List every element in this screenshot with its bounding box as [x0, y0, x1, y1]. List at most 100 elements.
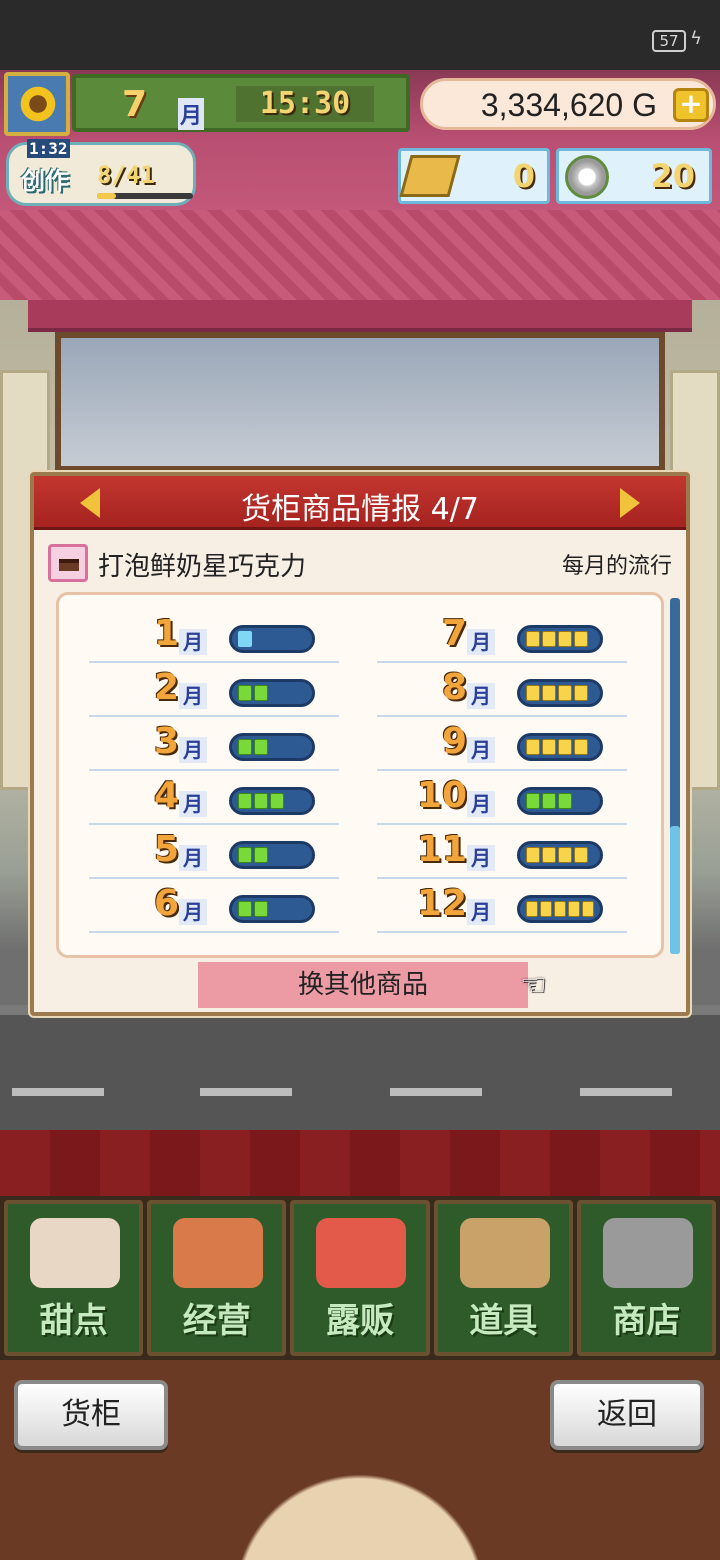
create-progress-bar: [97, 193, 193, 199]
month-row: 6月: [89, 879, 339, 933]
month-number: 8: [441, 667, 467, 708]
month-label: 月: [179, 683, 207, 709]
charging-icon: ϟ: [690, 28, 702, 49]
month-row: 2月: [89, 663, 339, 717]
popularity-gauge: [229, 625, 315, 653]
month-row: 4月: [89, 771, 339, 825]
month-row: 9月: [377, 717, 627, 771]
popularity-gauge: [517, 625, 603, 653]
month-label: 月: [179, 845, 207, 871]
nav-label: 露贩: [326, 1301, 394, 1341]
month-label: 月: [467, 899, 495, 925]
gauge-segment: [574, 739, 588, 755]
gold-ticket-icon: [399, 155, 461, 197]
medal-icon: [565, 155, 609, 199]
gauge-segment: [270, 793, 284, 809]
create-timer: 1:32: [27, 139, 70, 158]
gauge-segment: [254, 793, 268, 809]
nav-button-shop[interactable]: 经营: [147, 1200, 287, 1356]
road: [0, 1005, 720, 1135]
sunflower-icon: [18, 84, 58, 124]
gauge-segment: [238, 739, 252, 755]
gauge-segment: [238, 631, 252, 647]
gauge-segment: [526, 685, 540, 701]
month-number: 11: [416, 829, 467, 870]
chocolate-cake-icon: [48, 544, 88, 582]
gauge-segment: [526, 847, 540, 863]
month-label: 月: [467, 791, 495, 817]
back-button[interactable]: 返回: [550, 1380, 704, 1450]
month-label: 月: [179, 899, 207, 925]
change-item-button[interactable]: 换其他商品: [198, 962, 528, 1008]
create-progress-fill: [97, 193, 117, 199]
counter-button[interactable]: 货柜: [14, 1380, 168, 1450]
date-panel: 7 月 15:30: [72, 74, 410, 132]
scrollbar[interactable]: [670, 598, 680, 954]
create-panel[interactable]: 1:32 创作 8/41: [6, 139, 196, 206]
month-label: 月: [467, 683, 495, 709]
gauge-segment: [526, 793, 540, 809]
shop-roof: [0, 210, 720, 300]
season-badge[interactable]: [4, 72, 70, 136]
nav-label: 道具: [469, 1301, 538, 1341]
month-row: 1月: [89, 609, 339, 663]
gear-bag-icon: [459, 1218, 550, 1288]
trend-label: 每月的流行: [561, 554, 672, 579]
month-number: 9: [441, 721, 467, 762]
month-label: 月: [467, 845, 495, 871]
cart-icon: [602, 1218, 693, 1288]
popularity-gauge: [229, 895, 315, 923]
nav-button-truck[interactable]: 露贩: [290, 1200, 430, 1356]
month-number: 3: [153, 721, 179, 762]
lane-mark: [12, 1088, 104, 1096]
cake-icon: [30, 1218, 120, 1288]
gauge-segment: [574, 631, 588, 647]
popularity-gauge: [229, 679, 315, 707]
bottom-nav: 甜点 经营 露贩 道具 商店: [0, 1196, 720, 1360]
lane-mark: [580, 1088, 672, 1096]
create-count: 8/41: [97, 161, 155, 189]
nav-label: 商店: [612, 1301, 681, 1341]
item-name: 打泡鲜奶星巧克力: [98, 552, 307, 582]
gauge-segment: [254, 901, 268, 917]
add-gold-button[interactable]: +: [673, 88, 709, 122]
gauge-segment: [254, 739, 268, 755]
gauge-segment: [574, 847, 588, 863]
shop-window: [55, 332, 665, 472]
footer: 货柜 返回: [0, 1360, 720, 1560]
month-row: 8月: [377, 663, 627, 717]
shop-awning: [28, 300, 692, 332]
ticket-panel: 0: [398, 148, 550, 204]
medal-count: 20: [650, 157, 695, 195]
gauge-segment: [254, 847, 268, 863]
month-number: 4: [153, 775, 179, 816]
popularity-gauge: [517, 679, 603, 707]
month-number: 10: [416, 775, 467, 816]
month-number: 5: [153, 829, 179, 870]
nav-button-cake[interactable]: 甜点: [4, 1200, 144, 1356]
gauge-segment: [558, 793, 572, 809]
month-row: 7月: [377, 609, 627, 663]
month-label: 月: [467, 629, 495, 655]
clock: 15:30: [236, 86, 374, 122]
month-label: 月: [179, 737, 207, 763]
gauge-segment: [542, 739, 556, 755]
status-bar: 57 ϟ: [0, 0, 720, 70]
nav-button-gear-bag[interactable]: 道具: [433, 1200, 573, 1356]
battery-indicator: 57: [652, 30, 686, 52]
next-arrow-icon[interactable]: [620, 488, 640, 518]
gauge-segment: [542, 847, 556, 863]
cake-slice: [59, 559, 79, 571]
gauge-segment: [542, 793, 556, 809]
gauge-segment: [558, 739, 572, 755]
gauge-segment: [238, 901, 252, 917]
gauge-segment: [558, 631, 572, 647]
scrollbar-thumb[interactable]: [670, 826, 680, 954]
month-number: 1: [153, 613, 179, 654]
month-number: 7: [122, 84, 148, 125]
month-row: 5月: [89, 825, 339, 879]
month-row: 12 月: [377, 879, 627, 933]
month-row: 3月: [89, 717, 339, 771]
gauge-segment: [574, 685, 588, 701]
nav-button-cart[interactable]: 商店: [576, 1200, 717, 1356]
